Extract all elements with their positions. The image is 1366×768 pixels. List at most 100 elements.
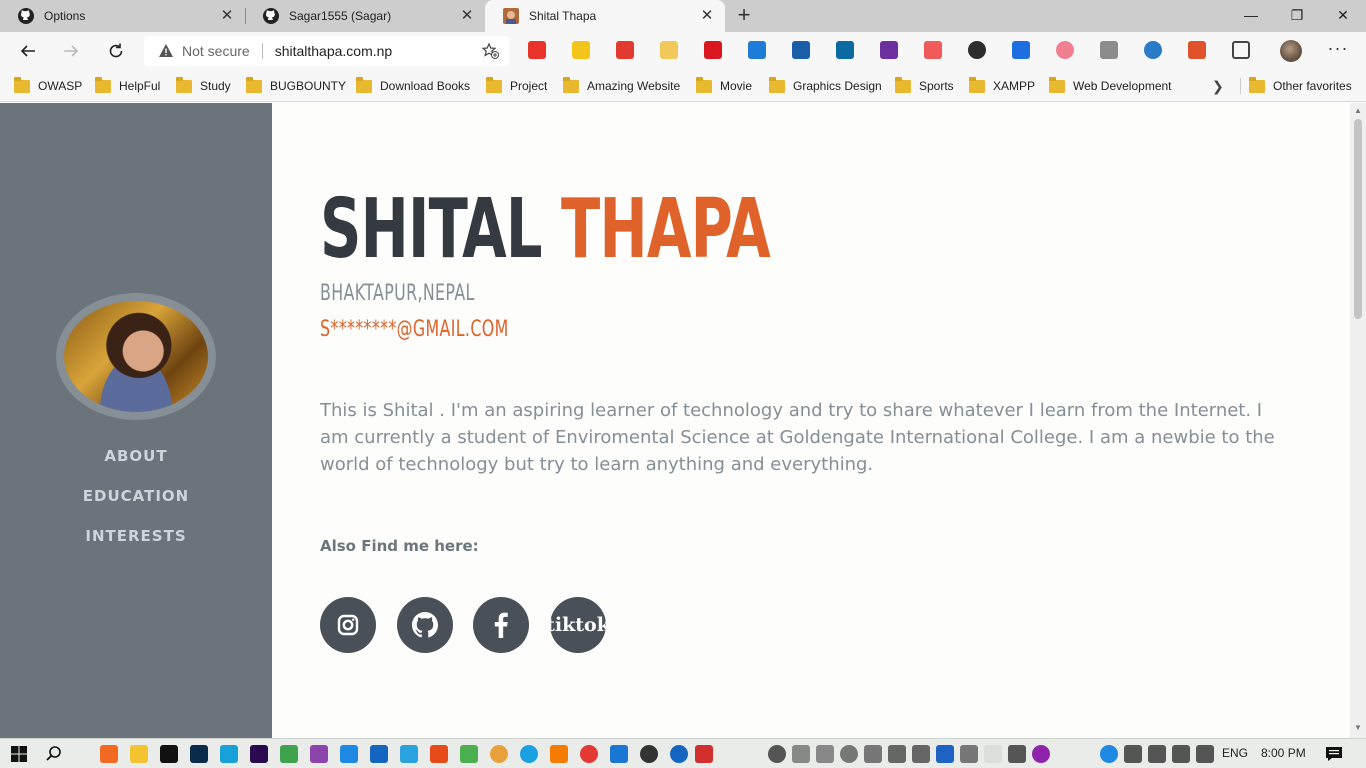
tab-options[interactable]: Options ✕ [0, 0, 245, 32]
tray-icon[interactable] [936, 745, 954, 763]
bookmark-folder[interactable]: Web Development [1049, 76, 1172, 96]
bookmark-folder-other[interactable]: Other favorites [1249, 76, 1352, 96]
file-explorer-icon[interactable] [130, 745, 148, 763]
folder-icon[interactable] [960, 745, 978, 763]
volume-icon[interactable] [1124, 745, 1142, 763]
app-icon[interactable] [220, 745, 238, 763]
close-icon[interactable]: ✕ [219, 8, 235, 24]
profile-avatar[interactable] [1280, 40, 1302, 62]
bookmark-folder[interactable]: Amazing Website [563, 76, 680, 96]
extension-icon[interactable] [572, 41, 590, 59]
email-link[interactable]: S********@GMAIL.COM [320, 317, 509, 342]
tray-icon[interactable] [1008, 745, 1026, 763]
bookmark-folder[interactable]: Graphics Design [769, 76, 882, 96]
url-text[interactable]: shitalthapa.com.np [275, 43, 393, 59]
tray-icon[interactable] [816, 745, 834, 763]
browser-menu-button[interactable]: ··· [1326, 39, 1350, 60]
tray-icon[interactable] [864, 745, 882, 763]
chevron-right-icon[interactable]: ❯ [1212, 78, 1224, 95]
extension-icon[interactable] [1012, 41, 1030, 59]
extension-icon[interactable] [968, 41, 986, 59]
app-icon[interactable] [490, 745, 508, 763]
app-icon[interactable] [670, 745, 688, 763]
bookmark-folder[interactable]: Sports [895, 76, 954, 96]
close-window-button[interactable]: ✕ [1320, 0, 1366, 30]
lock-extension-icon[interactable] [660, 41, 678, 59]
tray-icon[interactable] [1196, 745, 1214, 763]
extension-icon[interactable] [528, 41, 546, 59]
brave-icon[interactable] [100, 745, 118, 763]
extension-icon[interactable] [704, 41, 722, 59]
bookmark-folder[interactable]: XAMPP [969, 76, 1035, 96]
extension-icon[interactable] [1056, 41, 1074, 59]
close-icon[interactable]: ✕ [459, 8, 475, 24]
scroll-thumb[interactable] [1354, 119, 1362, 319]
bookmark-folder[interactable]: Download Books [356, 76, 470, 96]
address-bar[interactable]: Not secure shitalthapa.com.np [144, 36, 509, 66]
app-icon[interactable] [370, 745, 388, 763]
edge-icon[interactable] [520, 745, 538, 763]
tray-icon[interactable] [984, 745, 1002, 763]
app-icon[interactable] [460, 745, 478, 763]
minimize-button[interactable]: — [1228, 0, 1274, 30]
new-tab-button[interactable]: + [732, 4, 756, 28]
notifications-icon[interactable] [1325, 745, 1343, 763]
extension-icon[interactable] [748, 41, 766, 59]
visual-studio-icon[interactable] [310, 745, 328, 763]
add-favorite-icon[interactable] [481, 42, 499, 60]
nav-about[interactable]: ABOUT [0, 443, 272, 483]
tab-shital-thapa[interactable]: Shital Thapa ✕ [485, 0, 725, 32]
windows-start-icon[interactable] [10, 745, 28, 763]
app-icon[interactable] [280, 745, 298, 763]
restore-button[interactable]: ❐ [1274, 0, 1320, 30]
back-button[interactable] [15, 38, 41, 64]
app-icon[interactable] [580, 745, 598, 763]
github-button[interactable] [397, 597, 453, 653]
close-icon[interactable]: ✕ [699, 8, 715, 24]
premiere-icon[interactable] [250, 745, 268, 763]
scroll-up-icon[interactable]: ▲ [1350, 106, 1366, 118]
battery-icon[interactable] [1172, 745, 1190, 763]
language-indicator[interactable]: ENG [1222, 746, 1248, 760]
extension-icon[interactable] [792, 41, 810, 59]
scroll-down-icon[interactable]: ▼ [1350, 723, 1366, 735]
app-icon[interactable] [550, 745, 568, 763]
netflix-icon[interactable] [160, 745, 178, 763]
tray-icon[interactable] [840, 745, 858, 763]
tray-icon[interactable] [1032, 745, 1050, 763]
facebook-button[interactable] [473, 597, 529, 653]
wifi-icon[interactable] [1148, 745, 1166, 763]
extension-icon[interactable] [616, 41, 634, 59]
extensions-puzzle-icon[interactable] [1232, 41, 1250, 59]
search-icon[interactable] [45, 745, 63, 763]
mail-icon[interactable] [610, 745, 628, 763]
nav-education[interactable]: EDUCATION [0, 483, 272, 523]
clock[interactable]: 8:00 PM [1261, 746, 1306, 760]
bookmark-folder[interactable]: Study [176, 76, 231, 96]
bookmark-folder[interactable]: OWASP [14, 76, 82, 96]
anydesk-icon[interactable] [430, 745, 448, 763]
app-icon[interactable] [640, 745, 658, 763]
user-icon[interactable] [768, 745, 786, 763]
photoshop-icon[interactable] [190, 745, 208, 763]
extension-icon[interactable] [880, 41, 898, 59]
extension-icon[interactable] [924, 41, 942, 59]
extension-icon[interactable] [1100, 41, 1118, 59]
bookmark-folder[interactable]: Project [486, 76, 547, 96]
onedrive-icon[interactable] [400, 745, 418, 763]
app-icon[interactable] [695, 745, 713, 763]
tiktok-button[interactable]: tiktok [550, 597, 606, 653]
page-scrollbar[interactable]: ▲ ▼ [1350, 103, 1366, 738]
edge-tray-icon[interactable] [1100, 745, 1118, 763]
vscode-icon[interactable] [340, 745, 358, 763]
bookmark-folder[interactable]: HelpFul [95, 76, 160, 96]
extension-icon[interactable] [1188, 41, 1206, 59]
tab-github[interactable]: Sagar1555 (Sagar) ✕ [245, 0, 485, 32]
forward-button[interactable] [58, 38, 84, 64]
reload-button[interactable] [103, 38, 129, 64]
extension-icon[interactable] [836, 41, 854, 59]
bookmark-folder[interactable]: BUGBOUNTY [246, 76, 346, 96]
nav-interests[interactable]: INTERESTS [0, 523, 272, 563]
instagram-button[interactable] [320, 597, 376, 653]
extension-icon[interactable] [1144, 41, 1162, 59]
